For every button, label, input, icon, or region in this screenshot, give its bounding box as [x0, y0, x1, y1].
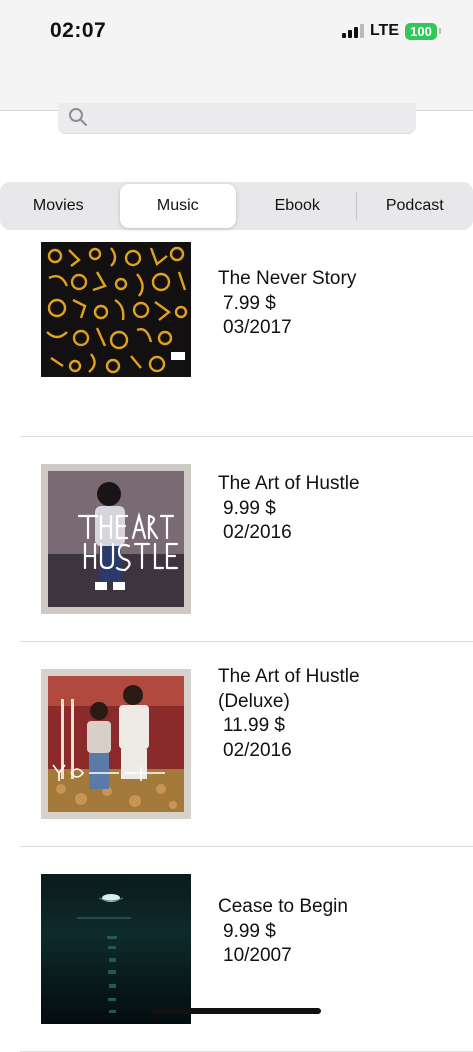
album-price: 9.99 $ [218, 497, 360, 522]
album-info: The Art of Hustle (Deluxe) 11.99 $ 02/20… [218, 665, 418, 763]
tab-ebook[interactable]: Ebook [239, 184, 356, 228]
album-price: 7.99 $ [218, 292, 356, 317]
album-cover [41, 669, 191, 819]
tab-podcast[interactable]: Podcast [357, 184, 473, 228]
tab-music[interactable]: Music [120, 184, 237, 228]
status-bar: 02:07 LTE 100 [0, 0, 473, 111]
album-cover [41, 464, 191, 614]
album-title: The Art of Hustle (Deluxe) [218, 665, 418, 714]
album-title: Cease to Begin [218, 895, 348, 920]
album-art-art-of-hustle-deluxe [41, 669, 191, 819]
album-date: 03/2017 [218, 316, 356, 341]
album-cover [41, 874, 191, 1024]
album-title: The Never Story [218, 267, 356, 292]
album-art-never-story [41, 242, 191, 377]
status-indicators: LTE 100 [342, 22, 441, 40]
list-item[interactable]: Cease to Begin 9.99 $ 10/2007 [0, 847, 473, 1052]
album-date: 10/2007 [218, 944, 348, 969]
network-label: LTE [370, 22, 399, 40]
category-segmented-control: Movies Music Ebook Podcast [0, 182, 473, 230]
album-info: The Art of Hustle 9.99 $ 02/2016 [218, 472, 360, 546]
album-title: The Art of Hustle [218, 472, 360, 497]
signal-icon [342, 24, 364, 38]
album-date: 02/2016 [218, 739, 418, 764]
album-price: 9.99 $ [218, 920, 348, 945]
album-art-art-of-hustle [41, 464, 191, 614]
battery-icon: 100 [405, 23, 437, 40]
album-price: 11.99 $ [218, 714, 418, 739]
list-item[interactable]: The Art of Hustle 9.99 $ 02/2016 [0, 437, 473, 642]
album-list: The Never Story 7.99 $ 03/2017 [0, 232, 473, 1052]
home-indicator[interactable] [152, 1008, 321, 1014]
album-info: Cease to Begin 9.99 $ 10/2007 [218, 895, 348, 969]
album-info: The Never Story 7.99 $ 03/2017 [218, 267, 356, 341]
album-date: 02/2016 [218, 521, 360, 546]
list-item[interactable]: The Art of Hustle (Deluxe) 11.99 $ 02/20… [0, 642, 473, 847]
search-input[interactable] [58, 103, 416, 134]
album-cover [41, 242, 191, 392]
segment-divider [117, 192, 118, 220]
search-icon [68, 107, 88, 127]
tab-movies[interactable]: Movies [0, 184, 117, 228]
battery-tip [439, 28, 441, 34]
album-art-cease-to-begin [41, 874, 191, 1024]
status-time: 02:07 [50, 19, 106, 43]
list-item[interactable]: The Never Story 7.99 $ 03/2017 [0, 232, 473, 437]
